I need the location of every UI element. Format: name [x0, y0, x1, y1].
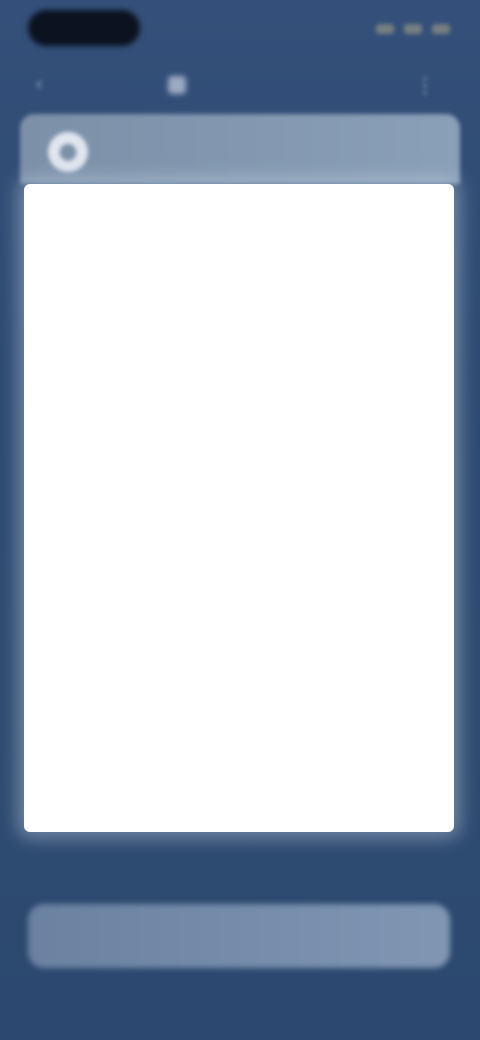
status-time: [28, 10, 140, 46]
menu-icon[interactable]: ⋮: [412, 72, 438, 98]
status-bar: [0, 0, 480, 56]
signal-icon: [376, 24, 394, 34]
app-icon: [168, 76, 186, 94]
content-card: [24, 184, 454, 832]
app-screen: ‹ ⋮ ●: [0, 0, 480, 1040]
back-arrow-icon[interactable]: ‹: [24, 70, 54, 100]
card-header: ●: [20, 114, 460, 184]
avatar-icon[interactable]: ●: [48, 132, 88, 172]
status-icons: [360, 20, 450, 38]
primary-action-button[interactable]: [28, 904, 450, 968]
wifi-icon: [404, 24, 422, 34]
battery-icon: [432, 24, 450, 34]
top-navigation: ‹ ⋮: [0, 60, 480, 110]
nav-title-group: [168, 72, 198, 98]
